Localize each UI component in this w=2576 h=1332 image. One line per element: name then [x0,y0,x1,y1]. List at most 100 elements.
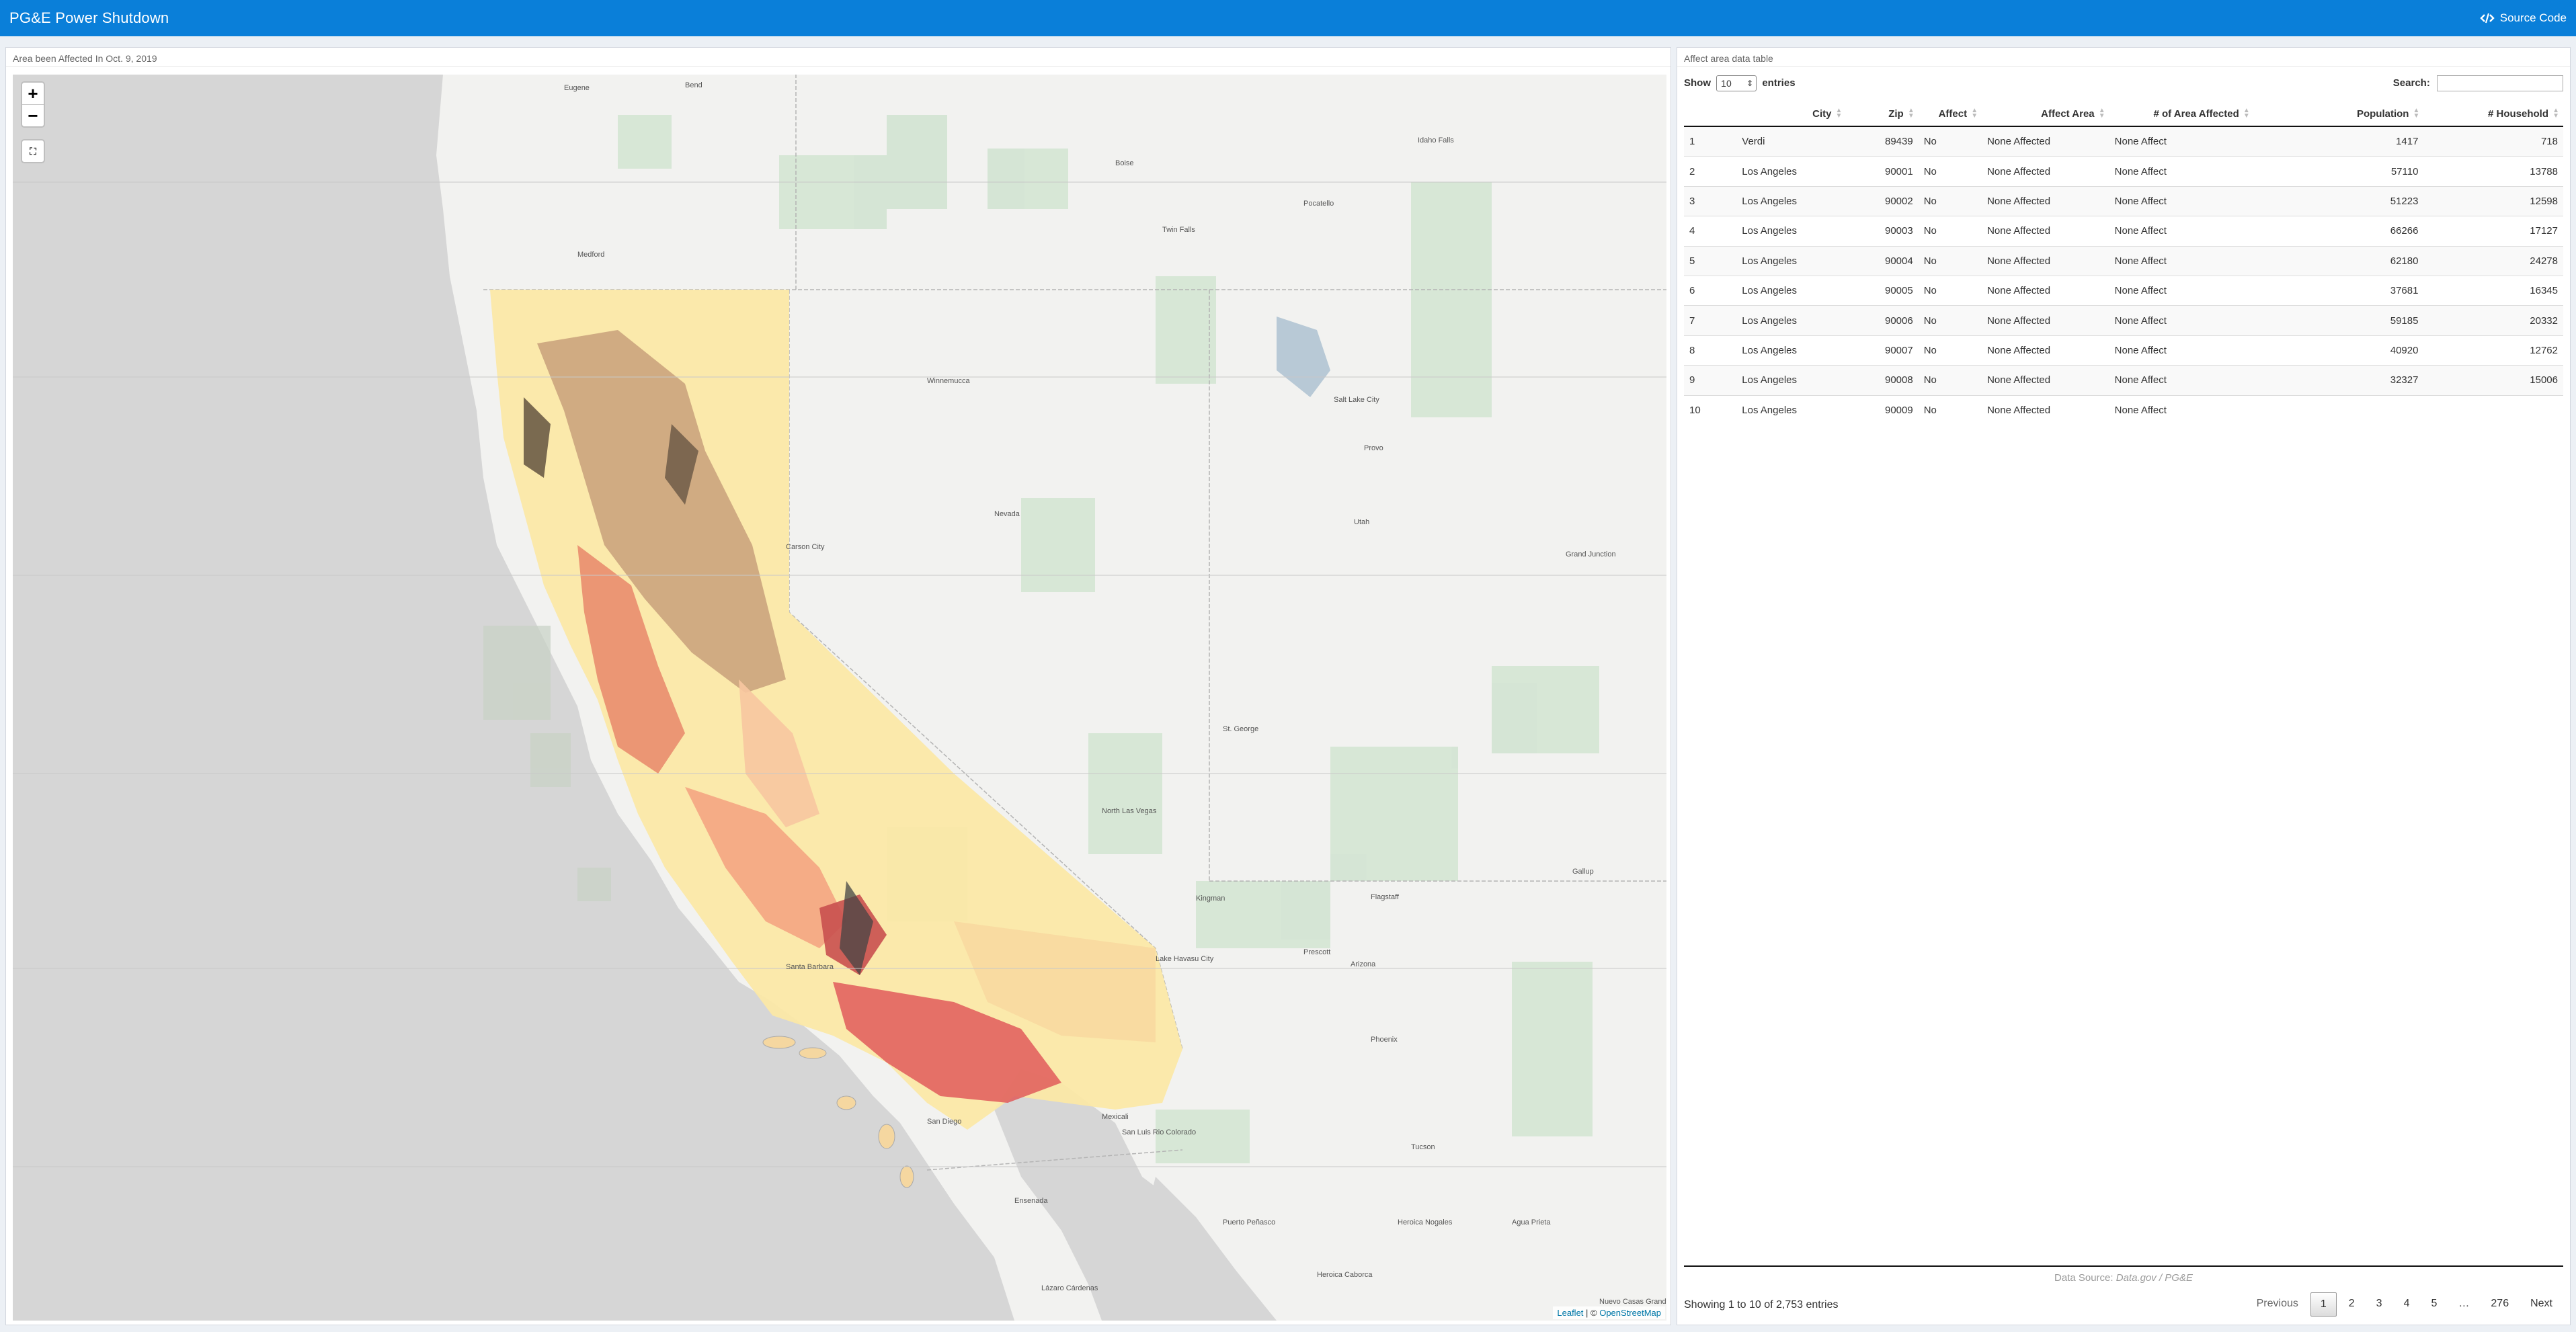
table-info: Showing 1 to 10 of 2,753 entries [1684,1299,1839,1310]
previous-button[interactable]: Previous [2247,1292,2308,1317]
table-row[interactable]: 9 Los Angeles 90008 No None Affected None Aff… [1684,365,2563,396]
zoom-control: + − [21,81,45,128]
zoom-in-button[interactable]: + [22,83,44,104]
table-cell: 16345 [2423,275,2563,306]
table-cell: None Affected [1982,394,2109,425]
table-cell: 20332 [2423,305,2563,336]
show-label: Show [1684,77,1711,89]
table-cell: 57110 [2253,156,2424,187]
table-row[interactable]: 3 Los Angeles 90002 No None Affected None Aff… [1684,185,2563,216]
table-panel-title: Affect area data table [1677,48,2570,67]
table-row[interactable]: 2 Los Angeles 90001 No None Affected None Aff… [1684,156,2563,187]
map-label-lake-havasu: Lake Havasu City [1156,955,1214,963]
table-row[interactable]: 8 Los Angeles 90007 No None Affected None Aff… [1684,335,2563,366]
column-header-6[interactable]: Population ▲ ▼ [2253,101,2424,127]
table-row[interactable]: 6 Los Angeles 90005 No None Affected None Aff… [1684,275,2563,306]
table-cell: 7 [1684,305,1737,336]
map-label-bend: Bend [685,81,702,89]
table-cell: None Affect [2109,305,2254,336]
column-header-7[interactable]: # Household ▲ ▼ [2423,101,2563,127]
column-header-1[interactable]: City ▲ ▼ [1736,101,1847,127]
page-button-5[interactable]: 5 [2421,1292,2446,1317]
table-cell: Los Angeles [1736,156,1847,187]
map-attribution: Leaflet | © OpenStreetMap [1553,1306,1665,1319]
table-row[interactable]: 4 Los Angeles 90003 No None Affected None Aff… [1684,216,2563,247]
column-header-4[interactable]: Affect Area ▲ ▼ [1982,101,2109,127]
sort-icon: ▲ ▼ [2098,107,2105,120]
fullscreen-button[interactable]: ⛶ [21,139,45,163]
table-cell: None Affect [2109,245,2254,276]
column-header-5[interactable]: # of Area Affected ▲ ▼ [2109,101,2254,127]
sort-icon: ▲ ▼ [2243,107,2250,120]
map-label-grand-junction: Grand Junction [1566,550,1616,558]
map-label-cardenas: Lázaro Cárdenas [1041,1284,1098,1292]
table-cell: No [1918,126,1982,157]
table-cell: Los Angeles [1736,275,1847,306]
table-cell: None Affect [2109,275,2254,306]
map-label-ensenada: Ensenada [1014,1197,1048,1205]
table-cell: Los Angeles [1736,394,1847,425]
map-label-puerto: Puerto Peñasco [1223,1218,1276,1226]
table-row[interactable]: 1 Verdi 89439 No None Affected None Affect 141… [1684,126,2563,157]
entries-length-select[interactable]: 10 [1716,75,1757,91]
table-bottom-rule [1684,1265,2563,1267]
page-button-last[interactable]: 276 [2481,1292,2518,1317]
map-label-flagstaff: Flagstaff [1371,893,1399,901]
map-label-winnemucca: Winnemucca [927,377,970,385]
map-label-prescott: Prescott [1303,948,1331,956]
table-cell: 3 [1684,185,1737,216]
map-label-idaho-falls: Idaho Falls [1418,136,1454,144]
length-control: Show 10 entries [1684,75,1796,91]
map-label-las-vegas: North Las Vegas [1102,807,1157,815]
map-canvas[interactable]: Bend Eugene Medford Boise Twin Falls Poc… [13,75,1666,1321]
data-table: City ▲ ▼ Zip ▲ ▼ Affect ▲ ▼ Affect Area ▲ ▼ # of Are… [1684,101,2563,425]
column-header-label: Zip [1888,108,1904,120]
map-label-twin-falls: Twin Falls [1162,226,1195,234]
entries-label: entries [1762,77,1796,89]
map-label-salt-lake: Salt Lake City [1334,396,1379,404]
table-cell: None Affected [1982,365,2109,396]
basemap [13,75,1666,1321]
pagination: Previous 1 2 3 4 5 … 276 Next [2247,1292,2562,1317]
page-ellipsis: … [2458,1298,2470,1309]
table-cell: 40920 [2253,335,2424,366]
source-code-link[interactable]: Source Code [2480,11,2567,25]
map-label-gallup: Gallup [1572,868,1594,876]
sort-icon: ▲ ▼ [1907,107,1915,120]
table-cell: 90001 [1846,156,1919,187]
page-button-3[interactable]: 3 [2367,1292,2392,1317]
page-button-2[interactable]: 2 [2339,1292,2364,1317]
table-cell: 24278 [2423,245,2563,276]
table-cell [2253,394,2424,425]
table-cell: 90008 [1846,365,1919,396]
table-cell: No [1918,275,1982,306]
column-header-label: Affect [1938,108,1968,120]
column-header-3[interactable]: Affect ▲ ▼ [1918,101,1982,127]
table-cell: No [1918,185,1982,216]
table-cell: Los Angeles [1736,185,1847,216]
openstreetmap-link[interactable]: OpenStreetMap [1599,1308,1661,1318]
table-cell: None Affect [2109,394,2254,425]
table-row[interactable]: 5 Los Angeles 90004 No None Affected None Aff… [1684,245,2563,276]
table-cell: None Affect [2109,335,2254,366]
map-label-carson: Carson City [786,543,825,551]
table-row[interactable]: 7 Los Angeles 90006 No None Affected None Aff… [1684,305,2563,336]
table-body: 1 Verdi 89439 No None Affected None Affect 141… [1684,126,2563,425]
column-header-2[interactable]: Zip ▲ ▼ [1846,101,1919,127]
table-row[interactable]: 10 Los Angeles 90009 No None Affected None Af… [1684,394,2563,425]
map-panel: Area been Affected In Oct. 9, 2019 Bend … [5,47,1671,1325]
map-label-caborca: Heroica Caborca [1317,1271,1373,1279]
page-button-4[interactable]: 4 [2394,1292,2419,1317]
table-cell: 90005 [1846,275,1919,306]
table-panel: Affect area data table Show 10 entries S… [1677,47,2571,1325]
map-label-utah: Utah [1354,518,1370,526]
header-bar: PG&E Power Shutdown Source Code [0,0,2576,36]
page-button-1[interactable]: 1 [2310,1292,2337,1317]
leaflet-link[interactable]: Leaflet [1557,1308,1583,1318]
search-input[interactable] [2437,75,2563,91]
table-cell: No [1918,156,1982,187]
zoom-out-button[interactable]: − [22,104,44,126]
map-label-agua: Agua Prieta [1512,1218,1551,1226]
next-button[interactable]: Next [2521,1292,2562,1317]
map-label-nogales: Heroica Nogales [1398,1218,1453,1226]
